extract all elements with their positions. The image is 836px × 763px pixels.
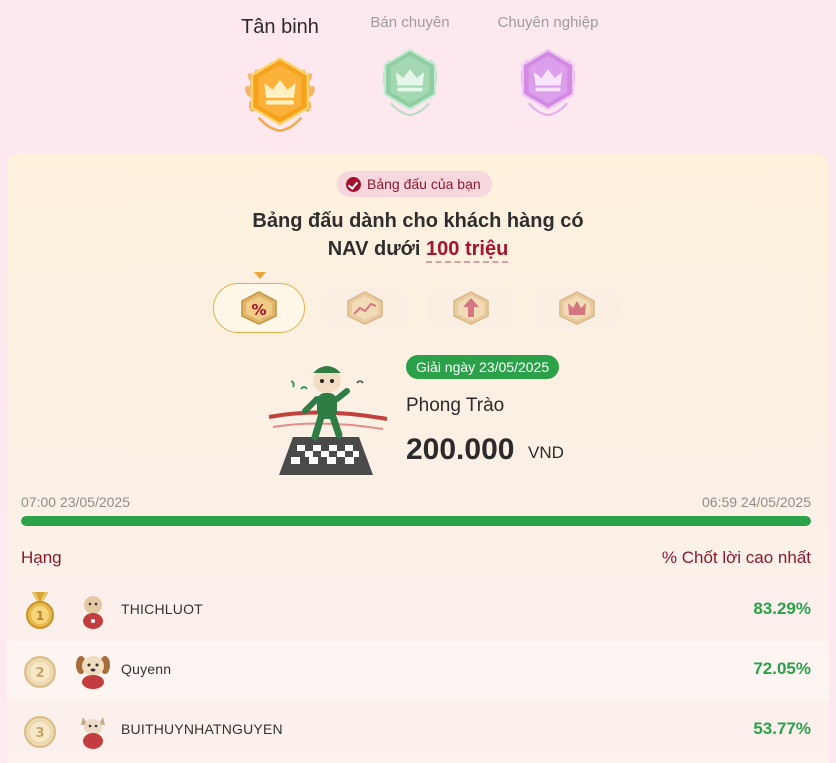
gold-medal-icon: 1 [26,591,54,629]
nav-threshold-highlight[interactable]: 100 triệu [426,238,509,263]
svg-text:1: 1 [36,609,44,623]
period-end-time: 06:59 24/05/2025 [702,494,811,510]
svg-text:2: 2 [35,666,44,681]
tier-rookie[interactable]: Tân binh [220,16,340,132]
trend-chart-icon [347,291,383,325]
avatar-monkey-icon [83,596,103,629]
tier-selector: Tân binh Bán chuyên Chuyên nghiệp [0,0,836,150]
competition-card: Bảng đấu của bạn Bảng đấu dành cho khách… [7,153,829,763]
board-headline-line1: Bảng đấu dành cho khách hàng có [7,207,829,235]
period-progress-fill [21,516,811,526]
prize-date-badge: Giải ngày 23/05/2025 [406,355,560,379]
headline-text-1: Bảng đấu dành cho khách hàng có [252,210,584,232]
tier-professional-label: Chuyên nghiệp [497,14,599,31]
tab-crown[interactable] [531,283,623,333]
prize-currency: VND [528,443,564,462]
avatar-cat-icon [81,717,105,749]
active-tab-pointer-icon [254,272,266,279]
period-progress-bar [21,516,811,526]
tier-semi-pro[interactable]: Bán chuyên [350,14,470,117]
crown-icon [559,291,595,325]
leaderboard-value: 72.05% [753,659,811,678]
leaderboard-row[interactable]: 1 THICHLUOT 83.29% [7,581,829,639]
leaderboard-row[interactable]: 2 Quyenn 72.05% [7,641,829,699]
tab-trend[interactable] [319,283,411,333]
mascot-runner-illustration [268,366,388,475]
leaderboard-row[interactable]: 3 BUITHUYNHATNGUYEN 53.77% [7,701,829,759]
leaderboard-username: Quyenn [121,661,172,677]
crown-badge-purple-icon [520,48,576,117]
tier-professional[interactable]: Chuyên nghiệp [486,14,610,117]
leaderboard-value: 83.29% [753,599,811,618]
rank-column-header: Hạng [21,548,62,567]
metric-column-header: % Chốt lời cao nhất [661,548,811,567]
board-headline-line2: NAV dưới 100 triệu [7,235,829,263]
tab-growth[interactable] [425,283,517,333]
svg-text:%: % [251,301,266,319]
tab-percent[interactable]: % [213,272,305,333]
headline-text-2: NAV dưới [327,238,421,260]
avatar-dog-icon [76,656,110,689]
leaderboard-username: THICHLUOT [121,601,203,617]
arrow-up-icon [453,291,489,325]
tier-rookie-label: Tân binh [241,16,319,38]
leaderboard-value: 53.77% [753,719,811,738]
period-start-time: 07:00 23/05/2025 [21,494,130,510]
tier-semi-pro-label: Bán chuyên [370,14,450,31]
prize-name: Phong Trào [406,395,505,416]
check-circle-icon [346,176,361,192]
prize-amount: 200.000 [406,433,515,466]
silver-medal-icon: 2 [24,656,56,688]
crown-badge-green-icon [382,48,438,117]
bronze-medal-icon: 3 [24,716,56,748]
percent-icon: % [241,291,277,325]
your-board-label: Bảng đấu của bạn [367,176,481,192]
svg-text:3: 3 [35,726,44,741]
your-board-badge: Bảng đấu của bạn [337,171,492,197]
crown-badge-gold-icon [245,57,315,132]
leaderboard-username: BUITHUYNHATNGUYEN [121,721,283,737]
